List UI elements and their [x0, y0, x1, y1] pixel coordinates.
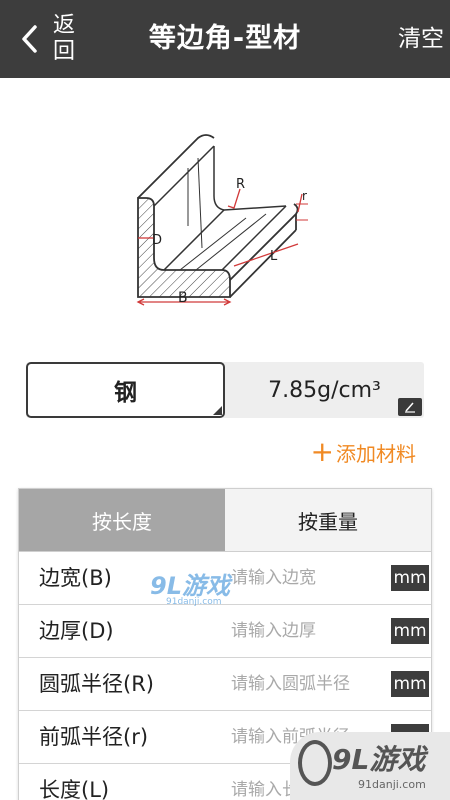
diagram-label-r-small: r — [302, 189, 307, 203]
calc-mode-tabs: 按长度 按重量 — [19, 489, 431, 552]
tab-label: 按长度 — [92, 509, 152, 534]
unit-badge: mm — [391, 671, 429, 697]
back-button[interactable]: 返回 — [10, 0, 90, 78]
material-name-button[interactable]: 钢 — [26, 362, 225, 418]
thickness-input[interactable]: 请输入边厚 — [231, 605, 391, 658]
watermark-corner: 9L游戏 91danji.com — [290, 732, 450, 800]
field-label: 前弧半径(r) — [39, 725, 149, 749]
density-value: 7.85g/cm³ — [268, 377, 381, 403]
unit-badge: mm — [391, 618, 429, 644]
material-name: 钢 — [114, 380, 137, 406]
field-row-thickness: 边厚(D) 请输入边厚 mm — [19, 605, 431, 658]
diagram-label-d: D — [152, 233, 162, 248]
edit-density-button[interactable] — [398, 398, 422, 416]
watermark-url: 91danji.com — [358, 778, 426, 791]
add-material-button[interactable]: + 添加材料 — [311, 437, 416, 467]
watermark-url: 91danji.com — [166, 597, 222, 607]
dropdown-corner-icon — [213, 406, 222, 415]
chevron-left-icon — [10, 0, 50, 78]
add-material-label: 添加材料 — [336, 441, 416, 466]
material-selector: 钢 7.85g/cm³ — [26, 362, 424, 418]
plus-icon: + — [310, 435, 334, 468]
tab-by-weight[interactable]: 按重量 — [225, 489, 431, 551]
diagram-label-r-big: R — [236, 177, 245, 192]
diagram-label-l: L — [270, 249, 278, 264]
pencil-icon — [403, 398, 417, 417]
watermark-logo-icon — [298, 740, 332, 786]
field-label: 边厚(D) — [39, 619, 114, 643]
tab-label: 按重量 — [298, 509, 358, 534]
tab-by-length[interactable]: 按长度 — [19, 489, 225, 551]
diagram-label-b: B — [178, 290, 188, 306]
field-label: 圆弧半径(R) — [39, 672, 154, 696]
page-title: 等边角-型材 — [148, 23, 302, 54]
watermark-brand: 9L游戏 — [150, 572, 230, 600]
unit-badge: mm — [391, 565, 429, 591]
clear-button[interactable]: 清空 — [398, 0, 444, 78]
watermark-center: 9L游戏 91danji.com — [150, 566, 260, 608]
field-row-arc-radius: 圆弧半径(R) 请输入圆弧半径 mm — [19, 658, 431, 711]
field-label: 长度(L) — [39, 778, 110, 800]
angle-profile-diagram: R r D L B — [118, 130, 318, 310]
top-bar: 返回 等边角-型材 清空 — [0, 0, 450, 78]
field-label: 边宽(B) — [39, 566, 112, 590]
watermark-brand: 9L游戏 — [332, 743, 426, 776]
material-density: 7.85g/cm³ — [225, 362, 424, 418]
back-label: 返回 — [52, 13, 75, 64]
arc-radius-input[interactable]: 请输入圆弧半径 — [231, 658, 391, 711]
